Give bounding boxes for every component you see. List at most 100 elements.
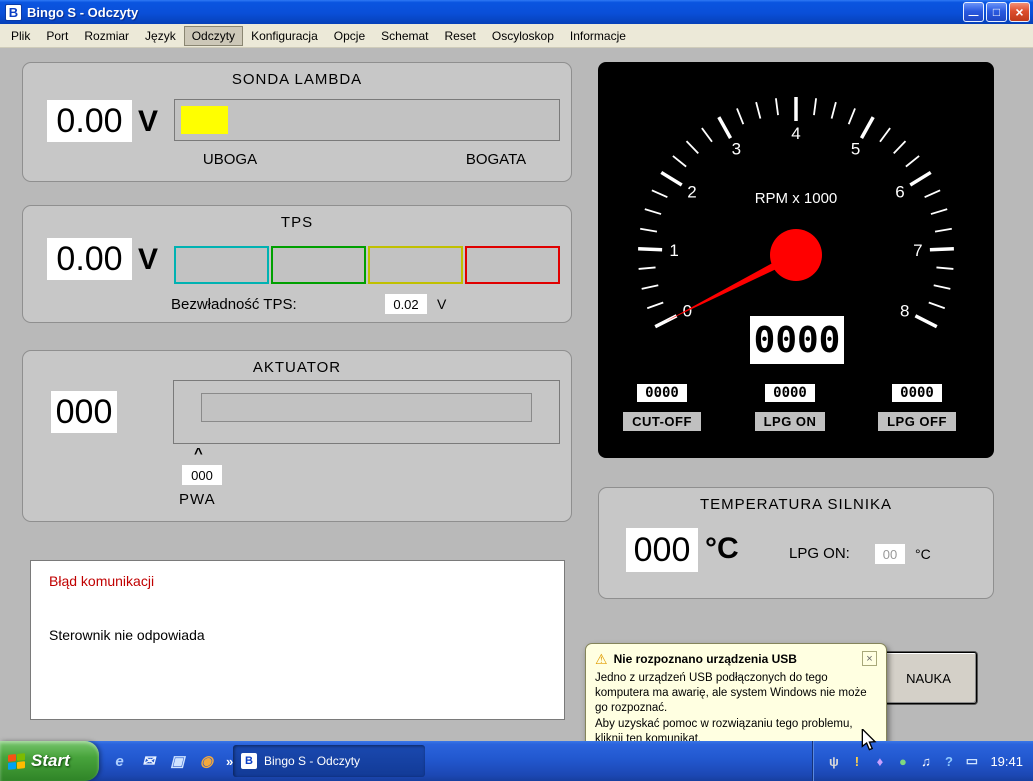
quick-launch-bar: e ✉ ▣ ◉ » (104, 741, 239, 781)
mouse-cursor (861, 729, 877, 751)
device-warning-icon[interactable]: ! (848, 753, 865, 770)
gauge-scale-2: 2 (687, 182, 696, 201)
aktuator-panel-title: AKTUATOR (252, 359, 342, 376)
gauge-scale-4: 4 (791, 124, 800, 143)
volume-icon[interactable]: ♫ (917, 753, 934, 770)
menu-item-plik[interactable]: Plik (3, 26, 38, 46)
lpg-off-counter-value: 0000 (892, 384, 942, 402)
system-tray: ψ ! ♦ ● ♫ ? ▭ 19:41 (812, 741, 1033, 781)
temperature-unit-label: °C (705, 532, 739, 565)
close-button[interactable]: × (1009, 2, 1030, 22)
communication-message-box: Błąd komunikacji Sterownik nie odpowiada (30, 560, 565, 720)
internet-explorer-icon[interactable]: e (110, 752, 129, 771)
balloon-body[interactable]: Jedno z urządzeń USB podłączonych do teg… (595, 671, 877, 747)
aktuator-bar (201, 393, 532, 422)
lpg-on-counter-label: LPG ON (754, 412, 826, 431)
gauge-scale-6: 6 (895, 182, 904, 201)
lpg-off-counter: 0000 LPG OFF (857, 384, 977, 431)
taskbar: Start e ✉ ▣ ◉ » B Bingo S - Odczyty ψ ! … (0, 741, 1033, 781)
lambda-label-bogata: BOGATA (465, 151, 527, 168)
usb-plug-icon[interactable]: ψ (825, 753, 842, 770)
aktuator-value-display: 000 (51, 391, 117, 433)
cutoff-counter-value: 0000 (637, 384, 687, 402)
app-icon: B (5, 3, 22, 21)
maximize-button[interactable]: □ (986, 2, 1007, 22)
lambda-bar-gauge (174, 99, 560, 141)
lambda-panel-title: SONDA LAMBDA (231, 71, 363, 88)
lpg-off-counter-label: LPG OFF (878, 412, 956, 431)
lambda-bar-fill (181, 106, 228, 134)
cutoff-counter: 0000 CUT-OFF (602, 384, 722, 431)
start-button-label: Start (31, 751, 70, 770)
tps-segment-1 (174, 246, 269, 284)
lpg-on-temp-value: 00 (875, 544, 905, 564)
menu-item-reset[interactable]: Reset (437, 26, 484, 46)
aktuator-bar-frame (173, 380, 560, 444)
balloon-close-button[interactable]: × (862, 651, 877, 666)
mail-icon[interactable]: ✉ (139, 752, 158, 771)
usb-notification-balloon[interactable]: ⚠ Nie rozpoznano urządzenia USB × Jedno … (585, 643, 887, 769)
task-button-label: Bingo S - Odczyty (264, 754, 361, 768)
display-icon[interactable]: ▭ (963, 753, 980, 770)
cutoff-counter-label: CUT-OFF (623, 412, 701, 431)
windows-flag-icon (8, 752, 25, 770)
tps-segment-2 (271, 246, 366, 284)
maximize-icon: □ (992, 5, 1001, 19)
tps-panel: TPS 0.00 V Bezwładność TPS: 0.02 V (22, 205, 572, 323)
error-title: Błąd komunikacji (49, 573, 155, 589)
tps-inertia-label: Bezwładność TPS: (171, 296, 297, 313)
gauge-scale-5: 5 (851, 140, 860, 159)
rpm-value-display: 0000 (750, 316, 844, 364)
pwa-value-display: 000 (182, 465, 222, 485)
show-desktop-icon[interactable]: ▣ (168, 752, 187, 771)
aktuator-panel: AKTUATOR 000 ^ 000 PWA (22, 350, 572, 522)
lambda-unit-label: V (138, 105, 159, 138)
tps-segment-bar (174, 246, 560, 284)
menu-item-oscyloskop[interactable]: Oscyloskop (484, 26, 562, 46)
minimize-icon: — (968, 10, 979, 21)
tps-inertia-unit: V (437, 296, 447, 312)
menu-item-odczyty[interactable]: Odczyty (183, 25, 244, 46)
gauge-scale-3: 3 (732, 140, 741, 159)
menu-bar: Plik Port Rozmiar Język Odczyty Konfigur… (0, 24, 1033, 48)
balloon-text-line-1: Jedno z urządzeń USB podłączonych do teg… (595, 672, 867, 715)
gauge-hub (770, 229, 822, 281)
menu-item-jezyk[interactable]: Język (137, 26, 184, 46)
task-button-app-icon: B (241, 753, 257, 769)
aktuator-position-marker: ^ (194, 445, 203, 462)
tps-panel-title: TPS (280, 214, 314, 231)
tps-unit-label: V (138, 243, 159, 276)
lambda-value-display: 0.00 (47, 100, 132, 142)
tps-value-display: 0.00 (47, 238, 132, 280)
tps-inertia-value: 0.02 (385, 294, 427, 314)
close-icon: × (1015, 4, 1024, 20)
temperatura-silnika-panel: TEMPERATURA SILNIKA 000 °C LPG ON: 00 °C (598, 487, 994, 599)
sonda-lambda-panel: SONDA LAMBDA 0.00 V UBOGA BOGATA (22, 62, 572, 182)
minimize-button[interactable]: — (963, 2, 984, 22)
nauka-button[interactable]: NAUKA (880, 652, 977, 704)
menu-item-informacje[interactable]: Informacje (562, 26, 634, 46)
agent-icon[interactable]: ♦ (871, 753, 888, 770)
taskbar-task-button[interactable]: B Bingo S - Odczyty (233, 745, 425, 777)
menu-item-konfiguracja[interactable]: Konfiguracja (243, 26, 326, 46)
lpg-on-temp-label: LPG ON: (789, 545, 850, 562)
window-title: Bingo S - Odczyty (27, 4, 139, 20)
menu-item-schemat[interactable]: Schemat (373, 26, 436, 46)
temperature-value-display: 000 (626, 528, 698, 572)
menu-item-rozmiar[interactable]: Rozmiar (76, 26, 137, 46)
pwa-label: PWA (179, 491, 216, 508)
antivirus-icon[interactable]: ● (894, 753, 911, 770)
lpg-on-counter-value: 0000 (765, 384, 815, 402)
menu-item-port[interactable]: Port (38, 26, 76, 46)
taskbar-clock[interactable]: 19:41 (990, 754, 1023, 769)
client-area: SONDA LAMBDA 0.00 V UBOGA BOGATA TPS 0.0… (0, 48, 1033, 769)
tps-segment-4 (465, 246, 560, 284)
gauge-scale-1: 1 (669, 241, 678, 260)
gauge-scale-7: 7 (913, 241, 922, 260)
help-icon[interactable]: ? (940, 753, 957, 770)
lpg-on-temp-unit: °C (915, 546, 931, 562)
warning-icon: ⚠ (595, 650, 608, 667)
menu-item-opcje[interactable]: Opcje (326, 26, 373, 46)
media-player-icon[interactable]: ◉ (197, 752, 216, 771)
start-button[interactable]: Start (0, 741, 99, 781)
